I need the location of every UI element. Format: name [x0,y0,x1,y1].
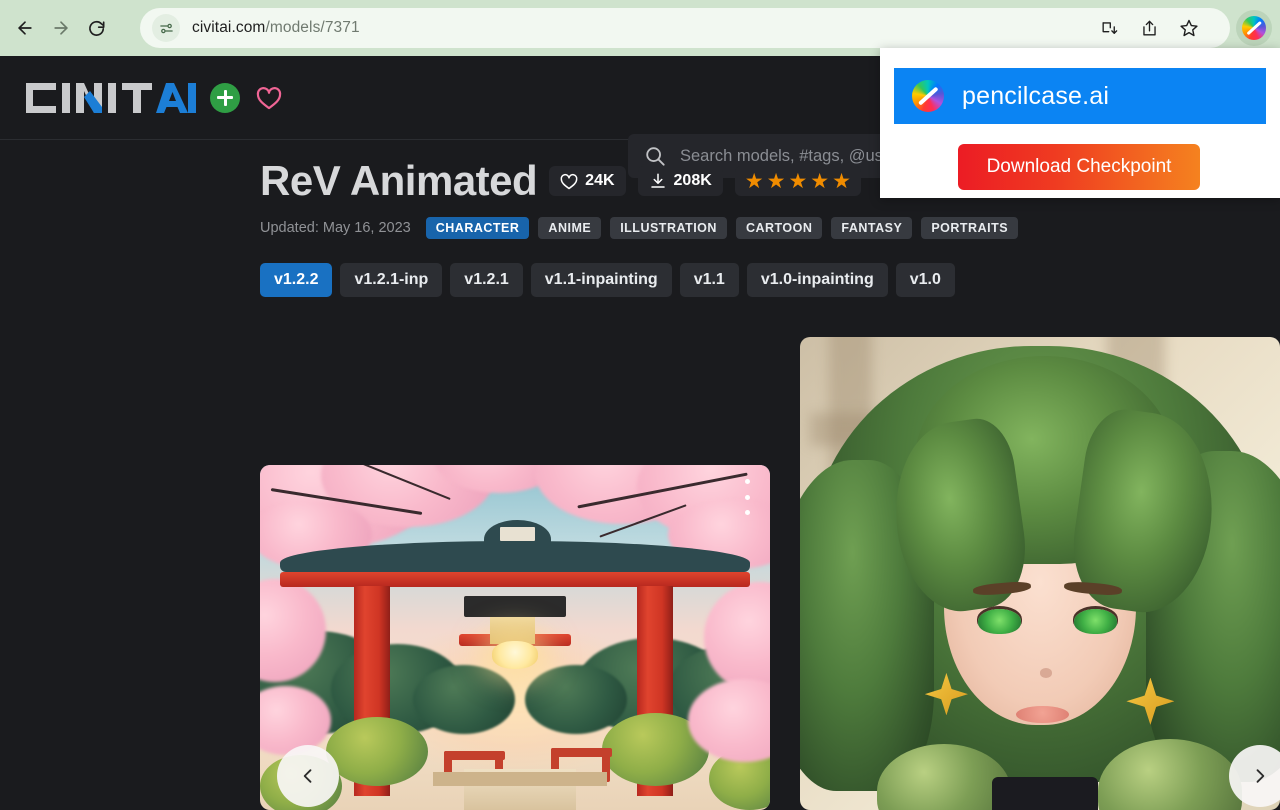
chevron-right-icon [1256,769,1265,783]
extension-popup: pencilcase.ai Download Checkpoint [880,48,1280,198]
url-path: /models/7371 [265,19,360,36]
site-settings-icon[interactable] [152,14,180,42]
extension-popup-header: pencilcase.ai [894,68,1266,124]
carousel-prev-button[interactable] [277,745,339,807]
bookmark-star-icon[interactable] [1172,11,1206,45]
reload-button[interactable] [80,11,114,45]
url-text: civitai.com/models/7371 [192,19,360,37]
back-button[interactable] [8,11,42,45]
carousel-image-torii[interactable] [260,465,770,810]
image-options-button[interactable] [738,479,756,515]
download-checkpoint-button[interactable]: Download Checkpoint [958,144,1200,190]
install-app-icon[interactable] [1092,11,1126,45]
portrait-illustration [800,337,1280,810]
extension-toolbar-button[interactable] [1236,10,1272,46]
forward-button[interactable] [44,11,78,45]
chevron-left-icon [303,769,312,783]
carousel-image-portrait[interactable] [800,337,1280,810]
share-icon[interactable] [1132,11,1166,45]
url-domain: civitai.com [192,19,266,36]
pencilcase-logo-icon [1242,16,1266,40]
pencilcase-logo-icon [912,80,944,112]
extension-brand-name: pencilcase.ai [962,81,1110,110]
torii-illustration [260,465,770,810]
address-bar[interactable]: civitai.com/models/7371 [140,8,1230,48]
